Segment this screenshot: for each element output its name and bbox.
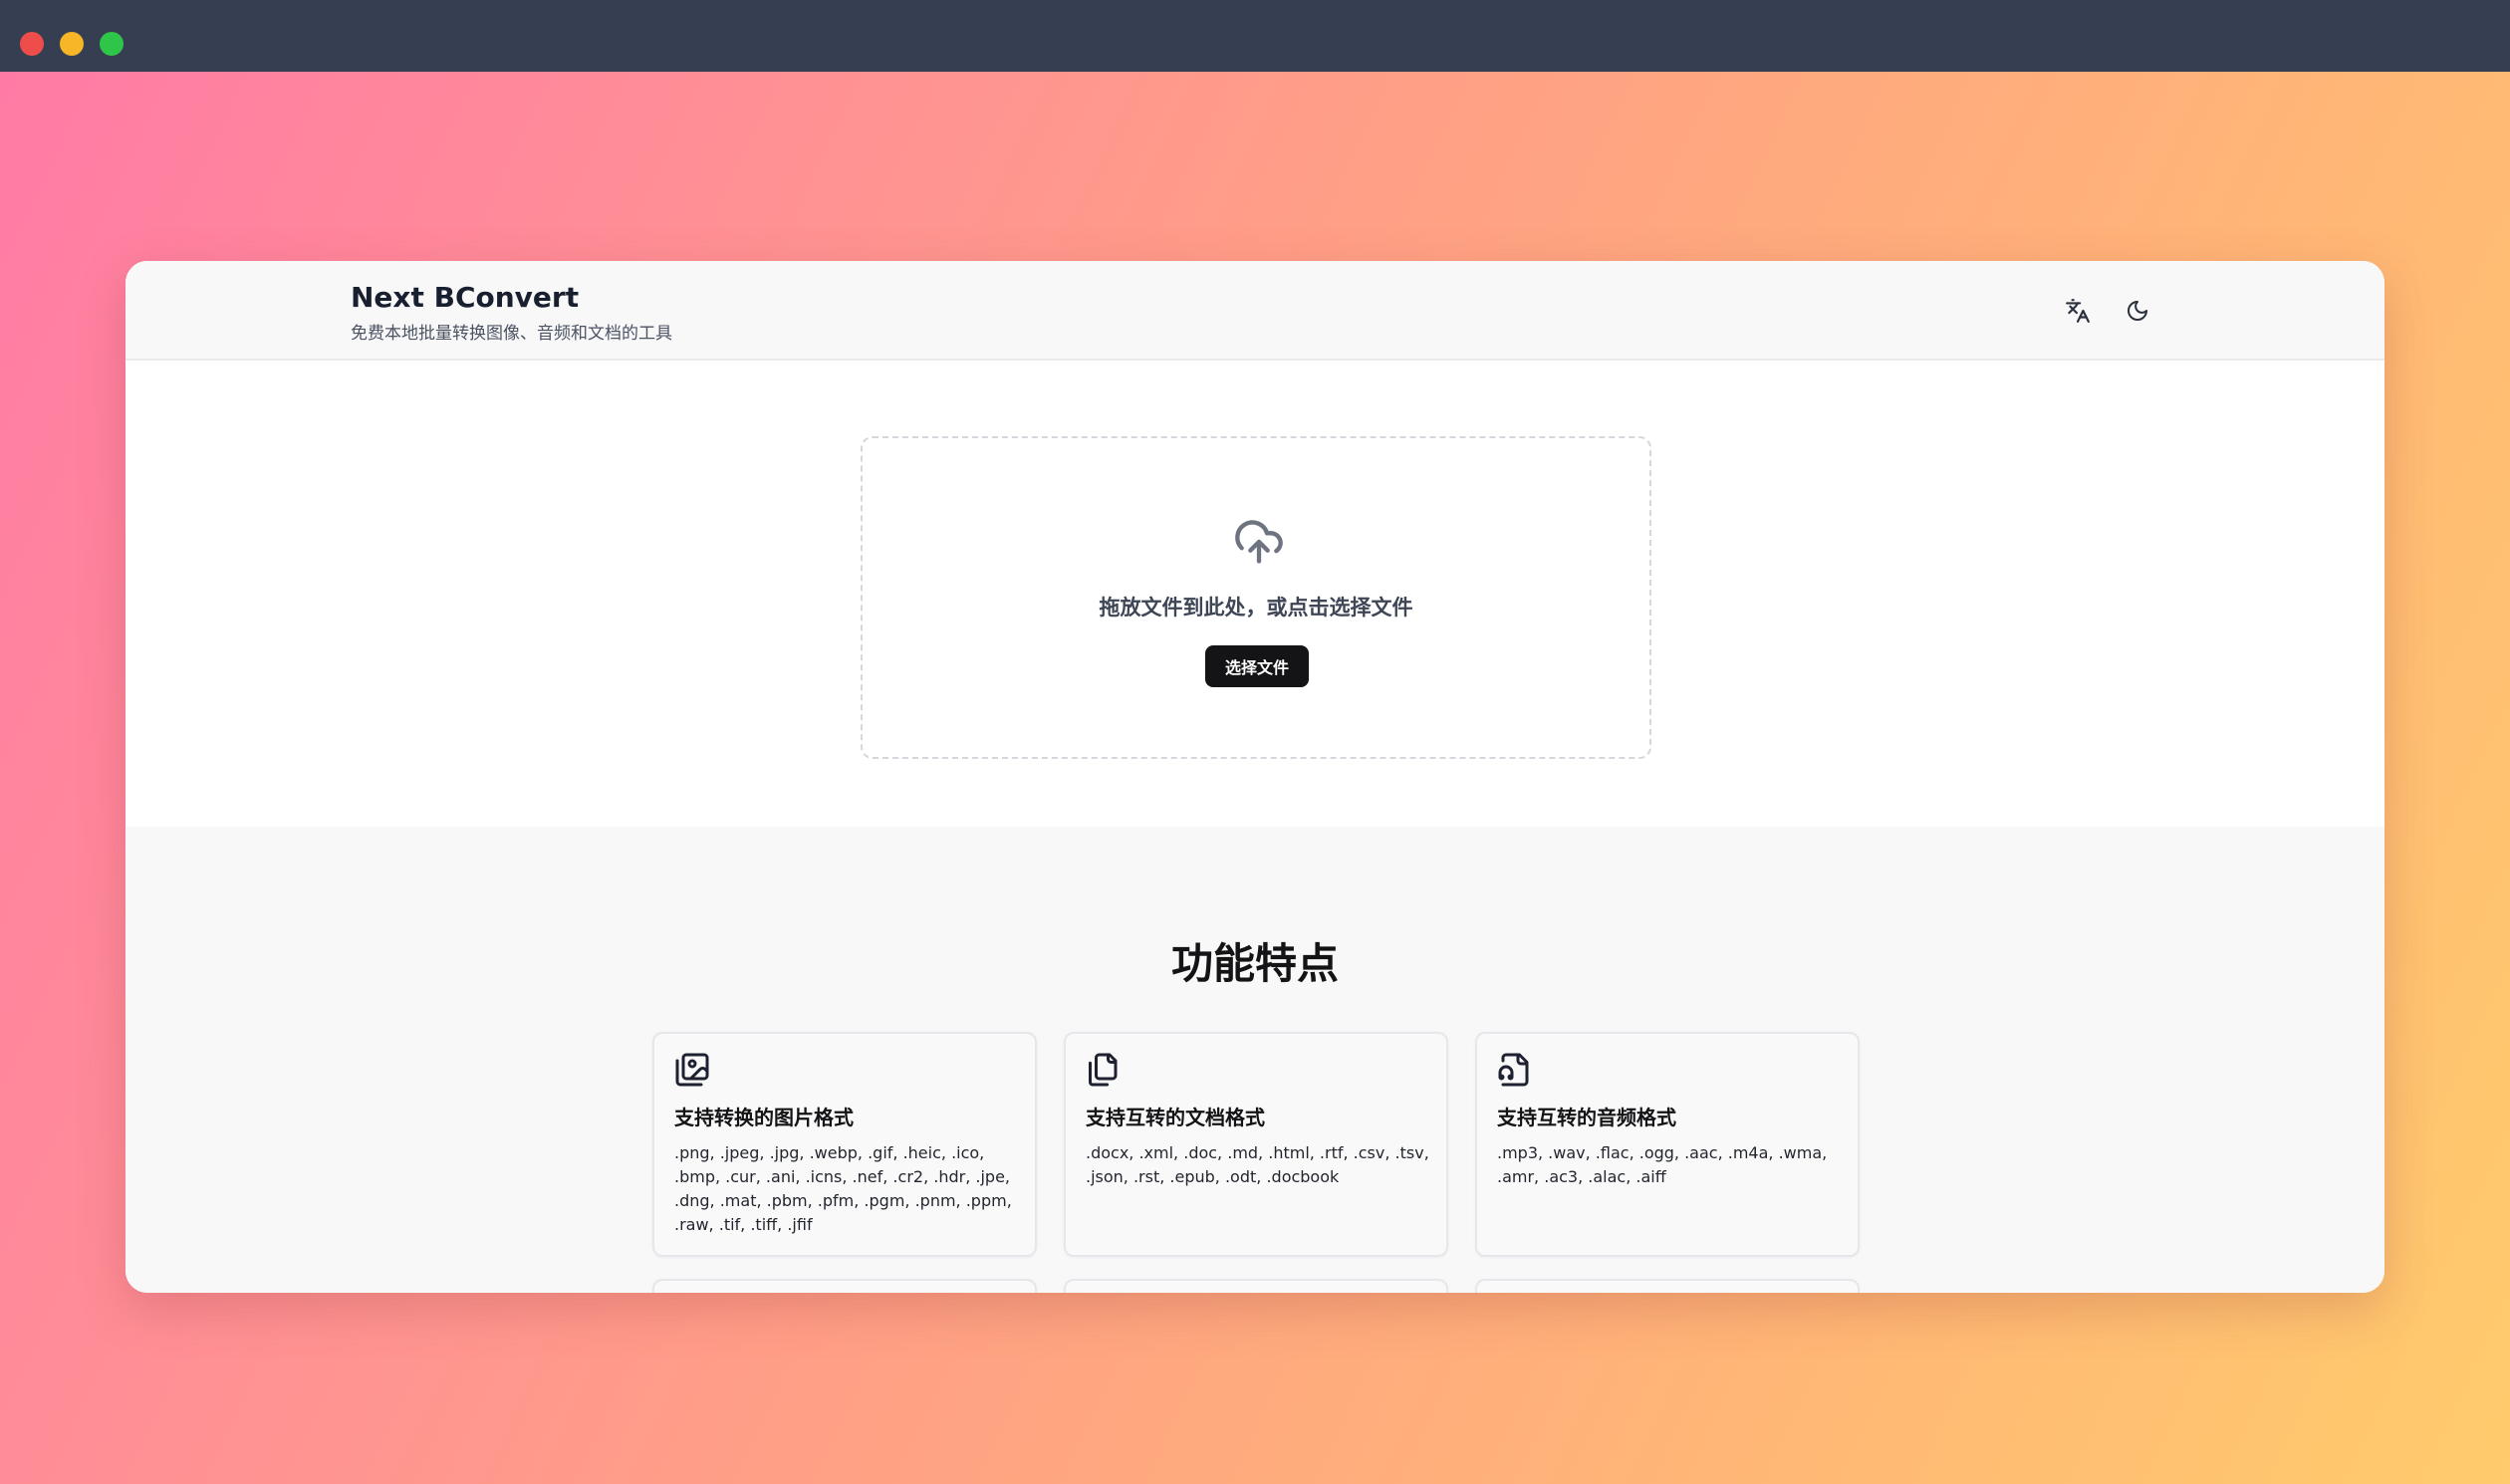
cloud-upload-icon [1235, 520, 1283, 564]
app-header: Next BConvert 免费本地批量转换图像、音频和文档的工具 [126, 261, 2384, 361]
theme-toggle-button[interactable] [2118, 291, 2157, 331]
window-titlebar [0, 0, 2510, 72]
images-icon [675, 1053, 709, 1087]
feature-card-title: 支持互转的音频格式 [1497, 1106, 1676, 1129]
features-section: 功能特点 支持转换的图片格式 .png, .jpeg, .jpg, .webp,… [126, 827, 2384, 1293]
feature-card-partial [1475, 1279, 1860, 1293]
app-title: Next BConvert [351, 281, 580, 314]
minimize-window-button[interactable] [60, 32, 84, 56]
documents-icon [1089, 1053, 1118, 1087]
feature-card-partial [652, 1279, 1037, 1293]
feature-card-formats: .docx, .xml, .doc, .md, .html, .rtf, .cs… [1086, 1143, 1429, 1186]
feature-card-formats: .png, .jpeg, .jpg, .webp, .gif, .heic, .… [674, 1143, 1012, 1234]
feature-card-partial [1064, 1279, 1448, 1293]
close-window-button[interactable] [20, 32, 44, 56]
feature-card-title: 支持转换的图片格式 [674, 1106, 854, 1129]
translate-icon [2066, 299, 2090, 323]
feature-card-formats: .mp3, .wav, .flac, .ogg, .aac, .m4a, .wm… [1497, 1143, 1828, 1186]
file-dropzone[interactable]: 拖放文件到此处，或点击选择文件 选择文件 [861, 436, 1651, 759]
feature-card-documents: 支持互转的文档格式 .docx, .xml, .doc, .md, .html,… [1064, 1032, 1448, 1257]
app-window: Next BConvert 免费本地批量转换图像、音频和文档的工具 拖放文件到此… [126, 261, 2384, 1293]
choose-file-button[interactable]: 选择文件 [1205, 645, 1309, 687]
feature-card-title: 支持互转的文档格式 [1086, 1106, 1265, 1129]
language-toggle-button[interactable] [2058, 291, 2098, 331]
features-title: 功能特点 [1170, 939, 1339, 988]
app-subtitle: 免费本地批量转换图像、音频和文档的工具 [351, 324, 672, 344]
dropzone-instruction: 拖放文件到此处，或点击选择文件 [1099, 596, 1413, 619]
feature-card-audio: 支持互转的音频格式 .mp3, .wav, .flac, .ogg, .aac,… [1475, 1032, 1860, 1257]
maximize-window-button[interactable] [100, 32, 124, 56]
moon-icon [2128, 301, 2147, 321]
audio-file-icon [1498, 1053, 1529, 1087]
feature-card-images: 支持转换的图片格式 .png, .jpeg, .jpg, .webp, .gif… [652, 1032, 1037, 1257]
